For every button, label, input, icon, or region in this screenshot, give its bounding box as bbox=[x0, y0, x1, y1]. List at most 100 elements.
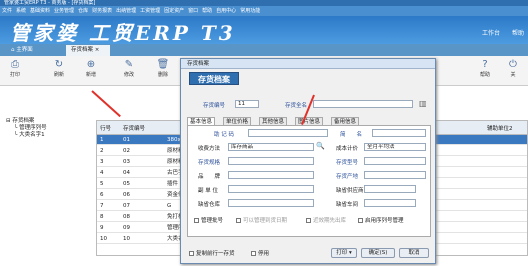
printer-icon: ⎙ bbox=[11, 59, 19, 70]
table-cell-no: 4 bbox=[100, 170, 104, 176]
table-cell-code: 07 bbox=[123, 203, 130, 209]
supplier-label: 缺省供应商 bbox=[336, 188, 364, 194]
column-header[interactable]: 存货编号 bbox=[123, 124, 145, 132]
origin-input[interactable] bbox=[364, 171, 426, 179]
tree-node[interactable]: └ 大类名字1 bbox=[6, 132, 92, 139]
warehouse-label: 缺省仓库 bbox=[198, 202, 221, 208]
code-label: 存货编号 bbox=[203, 103, 226, 109]
table-cell-no: 7 bbox=[100, 203, 104, 209]
menu-item[interactable]: 系统 bbox=[16, 8, 26, 14]
search-icon[interactable]: 🔍 bbox=[316, 142, 325, 150]
menu-item[interactable]: 业务管理 bbox=[54, 8, 74, 14]
dialog-title: 存货档案 bbox=[181, 59, 435, 69]
table-cell-no: 1 bbox=[100, 137, 104, 143]
tree-node-label: 管理序列号 bbox=[19, 125, 47, 131]
print-button[interactable]: 打印 ▾ bbox=[331, 248, 357, 258]
menu-item[interactable]: 固定资产 bbox=[164, 8, 184, 14]
app-banner: 管家婆 工贸ERP T3 工作台 帮助 bbox=[0, 16, 528, 45]
print-button[interactable]: ⎙ 打印 bbox=[2, 59, 28, 78]
menu-item[interactable]: 仓库 bbox=[78, 8, 88, 14]
serial-checkbox[interactable]: 启用序列号管理 bbox=[358, 216, 404, 224]
cost-label: 成本计价 bbox=[336, 146, 359, 152]
add-icon: ⊕ bbox=[86, 59, 96, 70]
model-input[interactable] bbox=[364, 157, 426, 165]
menu-item[interactable]: 窗口 bbox=[188, 8, 198, 14]
menu-item[interactable]: 自用中心 bbox=[216, 8, 236, 14]
delete-button[interactable]: 🗑 删除 bbox=[150, 59, 176, 78]
origin-label: 存货产地 bbox=[336, 174, 359, 180]
delete-icon: 🗑 bbox=[156, 59, 170, 70]
close-button[interactable]: ⏻ 关 bbox=[500, 59, 526, 78]
menu-item[interactable]: 财务报表 bbox=[92, 8, 112, 14]
delete-label: 删除 bbox=[157, 72, 168, 78]
subunit-select[interactable] bbox=[228, 185, 314, 193]
edit-button[interactable]: ✎ 修改 bbox=[116, 59, 142, 78]
warehouse-input[interactable] bbox=[228, 199, 314, 207]
table-cell-no: 3 bbox=[100, 159, 104, 165]
barcode-icon[interactable]: ▥ bbox=[419, 99, 427, 108]
fullname-input[interactable] bbox=[313, 100, 413, 108]
refresh-icon: ↻ bbox=[54, 59, 64, 70]
dialog-tabs: 基本信息 单位价格 其他信息 图片信息 备用信息 bbox=[187, 117, 427, 127]
cost-select[interactable]: 全月平均法 bbox=[364, 143, 426, 151]
spec-input[interactable] bbox=[228, 157, 314, 165]
menu-item[interactable]: 常用功能 bbox=[240, 8, 260, 14]
menu-item[interactable]: 出纳管理 bbox=[116, 8, 136, 14]
disable-checkbox[interactable]: 停用 bbox=[251, 249, 269, 257]
code-input[interactable]: 11 bbox=[235, 100, 259, 108]
tab-inventory[interactable]: 存货档案 × bbox=[66, 45, 110, 56]
edit-icon: ✎ bbox=[124, 59, 134, 70]
tree-node-label: 大类名字1 bbox=[19, 132, 45, 138]
serial-label: 启用序列号管理 bbox=[365, 218, 404, 224]
tree-node[interactable]: └ 管理序列号 bbox=[6, 125, 92, 132]
brand-label: 品 牌 bbox=[198, 174, 221, 180]
menu-bar: 文件 系统 基础资料 业务管理 仓库 财务报表 出纳管理 工资管理 固定资产 窗口 帮助 自用中心 常用… bbox=[0, 6, 528, 16]
add-label: 新增 bbox=[85, 72, 96, 78]
table-cell-code: 09 bbox=[123, 225, 130, 231]
copy-checkbox[interactable]: 复制前行一存货 bbox=[189, 249, 235, 257]
close-icon[interactable]: × bbox=[95, 47, 100, 53]
category-input[interactable]: 库存商品 bbox=[228, 143, 314, 151]
category-tree: ⊟ 存货档案 └ 管理序列号 └ 大类名字1 bbox=[6, 118, 92, 238]
table-cell-no: 5 bbox=[100, 181, 104, 187]
batch-checkbox[interactable]: 管理批号 bbox=[194, 216, 223, 224]
table-cell-code: 10 bbox=[123, 236, 130, 242]
banner-links: 工作台 帮助 bbox=[482, 28, 524, 37]
supplier-input[interactable] bbox=[364, 185, 416, 193]
expiry-checkbox[interactable]: 可以管理到货日期 bbox=[236, 216, 287, 224]
ok-button[interactable]: 确定(S) bbox=[361, 248, 395, 258]
shortname-input[interactable] bbox=[248, 129, 328, 137]
close-icon: ⏻ bbox=[509, 59, 517, 70]
tab-home[interactable]: ⌂ 主界面 bbox=[6, 45, 38, 56]
help-link[interactable]: 帮助 bbox=[512, 30, 524, 37]
workbench-link[interactable]: 工作台 bbox=[482, 30, 500, 37]
tab-bar: ⌂ 主界面 存货档案 × bbox=[0, 44, 528, 56]
fefo-checkbox[interactable]: 近效期先出库 bbox=[306, 216, 346, 224]
table-cell-code: 06 bbox=[123, 192, 130, 198]
menu-item[interactable]: 帮助 bbox=[202, 8, 212, 14]
menu-item[interactable]: 文件 bbox=[2, 8, 12, 14]
table-cell-no: 10 bbox=[100, 236, 107, 242]
dialog-header: 存货档案 bbox=[189, 72, 239, 85]
workshop-label: 缺省车间 bbox=[336, 202, 359, 208]
simplename-input[interactable] bbox=[372, 129, 426, 137]
cancel-button[interactable]: 取消 bbox=[399, 248, 429, 258]
menu-item[interactable]: 工资管理 bbox=[140, 8, 160, 14]
shortname-label: 助 记 码 bbox=[214, 132, 234, 138]
menu-item[interactable]: 基础资料 bbox=[30, 8, 50, 14]
tree-root[interactable]: ⊟ 存货档案 bbox=[6, 118, 92, 125]
print-label: 打印 bbox=[9, 72, 20, 78]
help-button[interactable]: ? 帮助 bbox=[472, 59, 498, 78]
spec-label: 存货规格 bbox=[198, 160, 221, 166]
table-cell-code: 05 bbox=[123, 181, 130, 187]
dialog-panel: 助 记 码 简 名 收费方法 库存商品 🔍 成本计价 全月平均法 存货规格 存货… bbox=[187, 125, 431, 237]
print-label: 打印 bbox=[336, 250, 348, 256]
table-cell-code: 02 bbox=[123, 148, 130, 154]
column-header[interactable]: 辅助单位2 bbox=[487, 124, 513, 132]
tab-home-label: 主界面 bbox=[16, 47, 33, 53]
workshop-input[interactable] bbox=[364, 199, 416, 207]
refresh-button[interactable]: ↻ 刷新 bbox=[46, 59, 72, 78]
add-button[interactable]: ⊕ 新增 bbox=[78, 59, 104, 78]
brand-input[interactable] bbox=[228, 171, 314, 179]
column-header[interactable]: 行号 bbox=[100, 124, 111, 132]
